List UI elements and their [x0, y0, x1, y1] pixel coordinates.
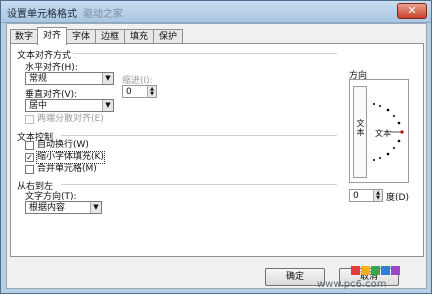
- orientation-box: 文本 文本: [349, 79, 409, 183]
- vertical-align-select[interactable]: 居中 ▼: [25, 99, 114, 112]
- shrink-to-fit-label: 缩小字体填充(K): [36, 151, 105, 164]
- degrees-value: 0: [353, 191, 359, 201]
- tab-fill-label: 填充: [129, 32, 148, 42]
- merge-cells-label: 合并单元格(M): [37, 164, 97, 174]
- window-title: 设置单元格格式: [7, 9, 77, 20]
- indent-value: 0: [126, 87, 132, 97]
- alignment-panel: 文本对齐方式 水平对齐(H): 常规 ▼ 缩进(I): 垂直对齐(V): 0 ▲…: [10, 43, 424, 257]
- checkmark-icon: ✓: [25, 153, 34, 162]
- text-direction-select[interactable]: 根据内容 ▼: [25, 201, 102, 214]
- vertical-text-label: 文本: [356, 119, 365, 137]
- tab-border[interactable]: 边框: [95, 29, 125, 44]
- close-icon: ✕: [407, 4, 417, 17]
- tab-font-label: 字体: [71, 32, 90, 42]
- tab-protection[interactable]: 保护: [153, 29, 183, 44]
- horizontal-align-value: 常规: [29, 74, 48, 84]
- format-cells-window: 设置单元格格式 驱动之家 ✕ 数字 对齐 字体 边框 填充 保护 文本对齐方式 …: [0, 0, 432, 294]
- title-bar[interactable]: 设置单元格格式 驱动之家 ✕: [1, 1, 431, 23]
- tab-alignment[interactable]: 对齐: [37, 27, 67, 45]
- chevron-down-icon: ▼: [102, 100, 113, 111]
- dialog-body: 数字 对齐 字体 边框 填充 保护 文本对齐方式 水平对齐(H): 常规 ▼ 缩…: [6, 23, 427, 289]
- checkbox-box: [25, 165, 34, 174]
- dial-text-label: 文本: [375, 129, 391, 138]
- tab-border-label: 边框: [100, 32, 119, 42]
- close-button[interactable]: ✕: [397, 3, 427, 19]
- checkbox-box: [25, 141, 34, 150]
- spin-down-icon[interactable]: ▼: [147, 91, 156, 97]
- ok-label: 确定: [285, 272, 304, 282]
- tab-number-label: 数字: [14, 32, 33, 42]
- distributed-label: 两端分散对齐(E): [37, 114, 104, 124]
- tab-number[interactable]: 数字: [10, 29, 38, 44]
- text-control-separator: [61, 135, 337, 136]
- tab-protection-label: 保护: [158, 32, 177, 42]
- tab-alignment-label: 对齐: [42, 31, 61, 41]
- site-logo: www.pc6.com: [317, 266, 400, 290]
- spin-down-icon[interactable]: ▼: [373, 195, 382, 201]
- wrap-text-label: 自动换行(W): [37, 140, 89, 150]
- indent-stepper[interactable]: 0 ▲ ▼: [122, 85, 157, 98]
- degrees-stepper[interactable]: 0 ▲ ▼: [349, 189, 383, 202]
- text-alignment-separator: [73, 53, 337, 54]
- text-direction-value: 根据内容: [29, 203, 66, 213]
- degrees-label: 度(D): [386, 193, 409, 203]
- right-to-left-separator: [61, 184, 337, 185]
- checkbox-box: [25, 115, 34, 124]
- vertical-text-button[interactable]: 文本: [353, 86, 367, 178]
- orientation-dial[interactable]: 文本: [368, 80, 410, 184]
- horizontal-align-select[interactable]: 常规 ▼: [25, 72, 114, 85]
- tab-fill[interactable]: 填充: [124, 29, 154, 44]
- chevron-down-icon: ▼: [102, 73, 113, 84]
- tab-font[interactable]: 字体: [66, 29, 96, 44]
- vertical-align-value: 居中: [29, 101, 48, 111]
- chevron-down-icon: ▼: [90, 202, 101, 213]
- logo-text: www.pc6.com: [317, 279, 387, 290]
- title-watermark: 驱动之家: [83, 9, 123, 20]
